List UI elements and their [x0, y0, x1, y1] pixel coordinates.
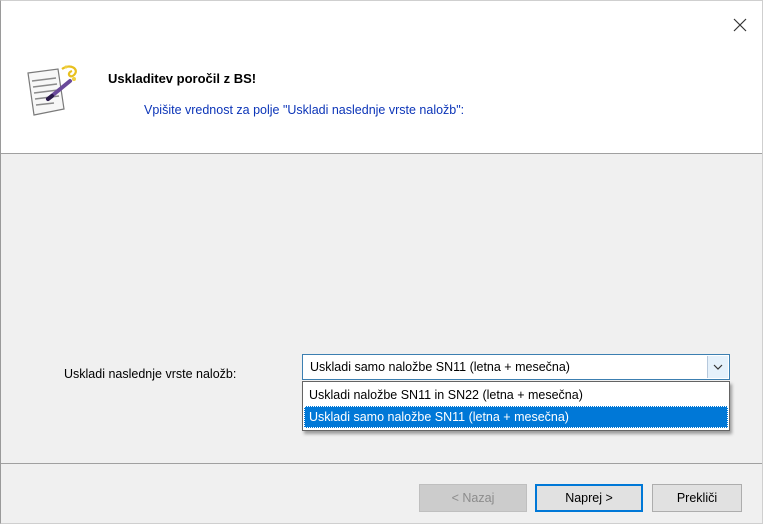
dialog-header: Uskladitev poročil z BS! Vpišite vrednos…: [1, 1, 762, 153]
investment-type-combobox[interactable]: Uskladi samo naložbe SN11 (letna + meseč…: [302, 354, 730, 380]
combobox-dropdown-list: Uskladi naložbe SN11 in SN22 (letna + me…: [302, 381, 730, 431]
cancel-button[interactable]: Prekliči: [652, 484, 742, 512]
wizard-dialog: Uskladitev poročil z BS! Vpišite vrednos…: [0, 0, 763, 524]
chevron-down-icon: [713, 364, 723, 370]
dropdown-option-sn11-only[interactable]: Uskladi samo naložbe SN11 (letna + meseč…: [304, 406, 728, 428]
next-button[interactable]: Naprej >: [535, 484, 643, 512]
combobox-selected-value: Uskladi samo naložbe SN11 (letna + meseč…: [310, 360, 570, 374]
dropdown-option-sn11-sn22[interactable]: Uskladi naložbe SN11 in SN22 (letna + me…: [304, 384, 728, 406]
back-button[interactable]: < Nazaj: [419, 484, 527, 512]
wizard-title: Uskladitev poročil z BS!: [108, 71, 257, 86]
wizard-icon: [18, 59, 82, 123]
field-label: Uskladi naslednje vrste naložb:: [64, 367, 237, 381]
close-button[interactable]: [726, 13, 754, 37]
wizard-body: Uskladi naslednje vrste naložb: Uskladi …: [1, 154, 762, 463]
combobox-dropdown-button[interactable]: [707, 356, 728, 378]
wizard-subtitle: Vpišite vrednost za polje "Uskladi nasle…: [144, 103, 465, 117]
wizard-footer: < Nazaj Naprej > Prekliči: [1, 464, 762, 523]
close-icon: [733, 18, 747, 32]
